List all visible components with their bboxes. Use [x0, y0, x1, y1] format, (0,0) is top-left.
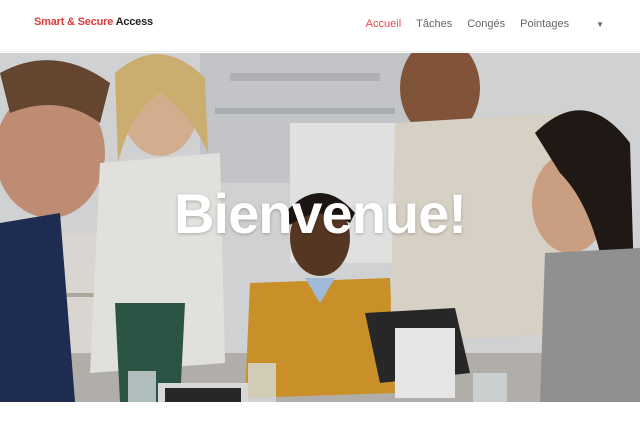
page-bottom-strip — [0, 402, 640, 426]
nav-item-taches[interactable]: Tâches — [416, 18, 452, 30]
nav-item-conges[interactable]: Congés — [467, 18, 505, 30]
main-nav: Accueil Tâches Congés Pointages ▼ — [366, 18, 604, 30]
nav-item-pointages[interactable]: Pointages — [520, 18, 569, 30]
nav-item-accueil[interactable]: Accueil — [366, 18, 401, 30]
hero-banner: Bienvenue! — [0, 53, 640, 402]
navbar: Smart & Secure Access Accueil Tâches Con… — [0, 0, 640, 52]
caret-down-icon[interactable]: ▼ — [596, 20, 604, 29]
brand-logo[interactable]: Smart & Secure Access — [34, 16, 153, 28]
brand-name-part2: Access — [115, 15, 154, 28]
brand-name-part1: Smart & Secure — [34, 15, 114, 28]
hero-title: Bienvenue! — [174, 182, 467, 245]
